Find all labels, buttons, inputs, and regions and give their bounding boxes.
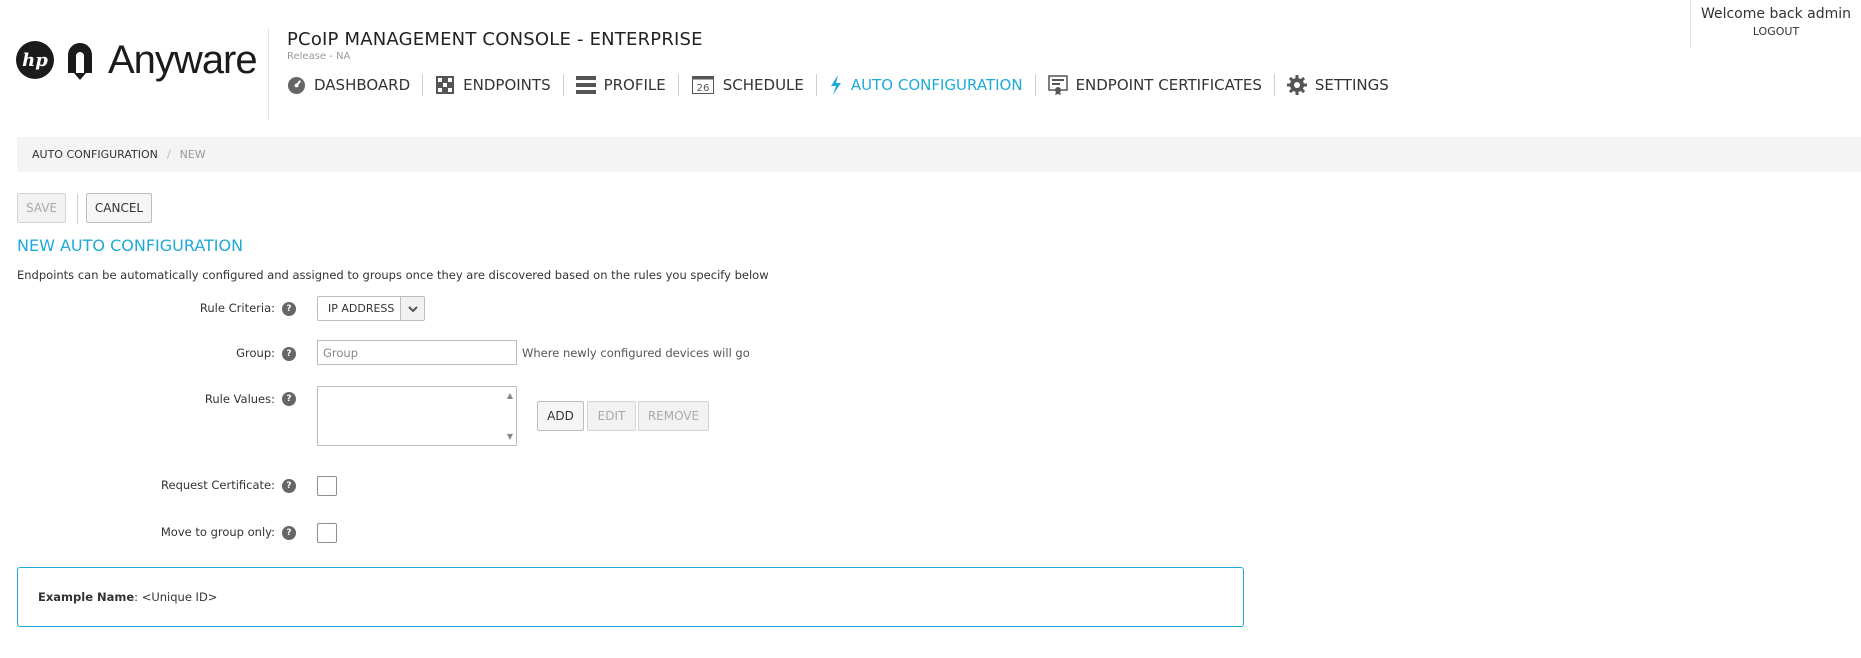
group-help-icon[interactable]: ? <box>282 347 296 361</box>
nav-profile[interactable]: PROFILE <box>564 74 678 96</box>
breadcrumb-separator: / <box>166 148 171 161</box>
remove-rule-button[interactable]: REMOVE <box>638 401 709 431</box>
endpoints-icon <box>435 75 455 95</box>
nav-profile-label: PROFILE <box>603 76 666 94</box>
nav-schedule[interactable]: 26 SCHEDULE <box>679 74 816 96</box>
example-name-label: Example Name <box>38 590 135 604</box>
chevron-down-icon <box>400 297 424 320</box>
move-to-group-only-checkbox[interactable] <box>317 523 337 543</box>
group-label: Group: <box>236 346 275 360</box>
nav-dashboard-label: DASHBOARD <box>314 76 411 94</box>
anyware-logo-icon <box>68 43 92 80</box>
example-name-colon: : <box>134 590 139 604</box>
rule-criteria-select[interactable]: IP ADDRESS <box>317 296 425 321</box>
page-title: NEW AUTO CONFIGURATION <box>17 236 244 255</box>
nav-schedule-label: SCHEDULE <box>722 76 804 94</box>
logout-link[interactable]: LOGOUT <box>1691 25 1861 38</box>
edit-rule-button[interactable]: EDIT <box>587 401 636 431</box>
profile-icon <box>575 75 596 95</box>
nav-auto-configuration-label: AUTO CONFIGURATION <box>850 76 1023 94</box>
group-hint: Where newly configured devices will go <box>522 346 750 360</box>
group-input[interactable] <box>317 340 517 365</box>
rule-values-help-icon[interactable]: ? <box>282 392 296 406</box>
app-title: PCoIP MANAGEMENT CONSOLE - ENTERPRISE <box>287 29 703 50</box>
dashboard-icon <box>286 75 306 95</box>
product-name: Anyware <box>108 37 258 82</box>
add-rule-button[interactable]: ADD <box>537 401 584 431</box>
lightning-icon <box>829 75 843 95</box>
cancel-button[interactable]: CANCEL <box>86 193 152 223</box>
nav-settings-label: SETTINGS <box>1314 76 1389 94</box>
rule-criteria-help-icon[interactable]: ? <box>282 302 296 316</box>
main-nav: DASHBOARD ENDPOINTS PROFILE 26 SCHEDULE … <box>286 74 1401 96</box>
release-label: Release - NA <box>287 51 351 62</box>
certificate-icon <box>1047 75 1068 95</box>
example-name-value: <Unique ID> <box>141 590 218 604</box>
example-name-box: Example Name: <Unique ID> <box>17 567 1244 627</box>
nav-endpoint-certificates-label: ENDPOINT CERTIFICATES <box>1075 76 1262 94</box>
rule-criteria-value: IP ADDRESS <box>328 302 395 315</box>
rule-values-label: Rule Values: <box>204 392 275 406</box>
hp-logo-icon: hp <box>16 41 54 79</box>
welcome-text: Welcome back admin <box>1700 6 1852 22</box>
save-button[interactable]: SAVE <box>17 193 66 223</box>
nav-endpoints[interactable]: ENDPOINTS <box>423 74 562 96</box>
brand-logo: hp Anyware <box>16 37 258 82</box>
header-divider <box>268 28 269 120</box>
calendar-icon: 26 <box>691 75 715 95</box>
nav-auto-configuration[interactable]: AUTO CONFIGURATION <box>817 74 1035 96</box>
nav-endpoint-certificates[interactable]: ENDPOINT CERTIFICATES <box>1036 74 1274 96</box>
breadcrumb: AUTO CONFIGURATION / NEW <box>17 137 1861 172</box>
nav-settings[interactable]: SETTINGS <box>1275 74 1401 96</box>
scroll-down-icon[interactable]: ▼ <box>507 432 513 441</box>
rule-criteria-label: Rule Criteria: <box>199 301 275 315</box>
request-certificate-help-icon[interactable]: ? <box>282 479 296 493</box>
rule-values-list[interactable]: ▲ ▼ <box>317 386 517 446</box>
svg-text:26: 26 <box>696 83 709 94</box>
gear-icon <box>1286 75 1307 95</box>
page-description: Endpoints can be automatically configure… <box>17 268 769 282</box>
request-certificate-checkbox[interactable] <box>317 476 337 496</box>
move-to-group-only-help-icon[interactable]: ? <box>282 526 296 540</box>
request-certificate-label: Request Certificate: <box>161 478 275 492</box>
breadcrumb-current: NEW <box>179 148 206 161</box>
user-box: Welcome back admin LOGOUT <box>1690 0 1861 48</box>
nav-dashboard[interactable]: DASHBOARD <box>286 74 422 96</box>
toolbar-separator <box>77 194 78 224</box>
breadcrumb-root[interactable]: AUTO CONFIGURATION <box>32 148 158 161</box>
move-to-group-only-label: Move to group only: <box>160 525 275 539</box>
nav-endpoints-label: ENDPOINTS <box>463 76 551 94</box>
scroll-up-icon[interactable]: ▲ <box>507 391 513 400</box>
